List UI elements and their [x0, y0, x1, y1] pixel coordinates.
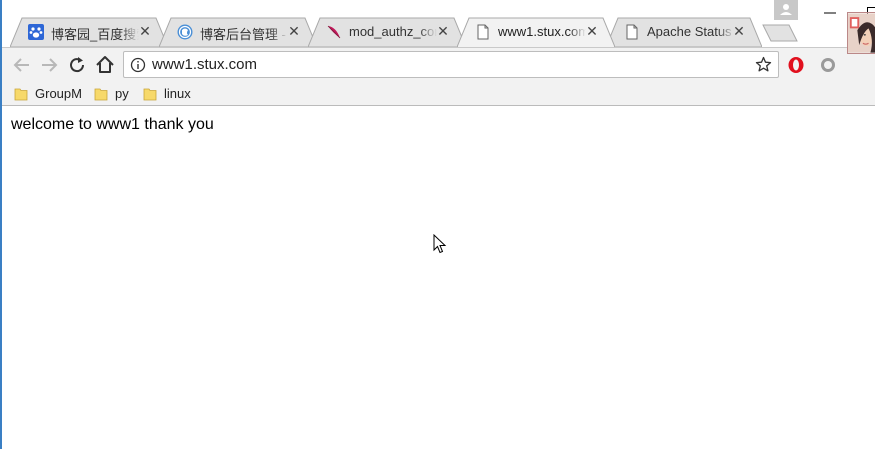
paw-icon	[28, 24, 44, 40]
bookmark-folder-groupm[interactable]: GroupM	[14, 84, 82, 103]
bookmark-label: GroupM	[35, 86, 82, 101]
tab-www1-stux[interactable]: www1.stux.com ✕	[457, 17, 615, 47]
close-icon[interactable]: ✕	[731, 23, 747, 39]
tab-title: mod_authz_core	[349, 24, 437, 39]
forward-icon[interactable]	[37, 53, 61, 77]
bookmark-star-icon[interactable]	[755, 56, 772, 73]
page-icon	[624, 24, 640, 40]
folder-icon	[14, 87, 28, 101]
close-icon[interactable]: ✕	[137, 23, 153, 39]
extension-circle-icon[interactable]	[819, 56, 837, 74]
page-body-text: welcome to www1 thank you	[11, 116, 214, 133]
close-icon[interactable]: ✕	[584, 23, 600, 39]
browser-window: 博客园_百度搜索 ✕ 博客后台管理 - 博客园 ✕ mod_authz_core…	[0, 0, 875, 449]
tab-title: 博客园_百度搜索	[51, 27, 139, 42]
tab-baidu-search[interactable]: 博客园_百度搜索 ✕	[10, 17, 168, 47]
avatar[interactable]	[847, 12, 875, 54]
globe-icon	[177, 24, 193, 40]
page-viewport: welcome to www1 thank you	[4, 107, 875, 449]
tab-title: Apache Status	[647, 24, 732, 39]
minimize-icon[interactable]	[820, 0, 840, 26]
profile-switcher-button[interactable]	[774, 0, 798, 20]
page-icon	[475, 24, 491, 40]
tab-apache-status[interactable]: Apache Status ✕	[606, 17, 762, 47]
reload-icon[interactable]	[65, 53, 89, 77]
tab-title: www1.stux.com	[498, 24, 586, 39]
address-bar[interactable]	[123, 51, 779, 78]
tab-mod-authz[interactable]: mod_authz_core ✕	[308, 17, 466, 47]
tab-blog-admin[interactable]: 博客后台管理 - 博客园 ✕	[159, 17, 317, 47]
bookmark-label: linux	[164, 86, 191, 101]
close-icon[interactable]: ✕	[286, 23, 302, 39]
tab-strip: 博客园_百度搜索 ✕ 博客后台管理 - 博客园 ✕ mod_authz_core…	[2, 0, 875, 47]
bookmarks-bar: GroupM py linux	[2, 81, 875, 106]
bookmark-folder-py[interactable]: py	[94, 84, 129, 103]
folder-icon	[94, 87, 108, 101]
home-icon[interactable]	[93, 53, 117, 77]
browser-toolbar	[2, 47, 875, 81]
info-icon[interactable]	[130, 57, 146, 73]
bookmark-label: py	[115, 86, 129, 101]
url-input[interactable]	[152, 52, 742, 77]
feather-icon	[326, 24, 342, 40]
new-tab-button[interactable]	[762, 24, 798, 42]
mouse-pointer-icon	[433, 233, 447, 254]
close-icon[interactable]: ✕	[435, 23, 451, 39]
back-icon[interactable]	[10, 53, 34, 77]
tab-title: 博客后台管理 - 博客园	[200, 27, 288, 42]
bookmark-folder-linux[interactable]: linux	[143, 84, 191, 103]
opera-extension-icon[interactable]	[787, 56, 805, 74]
folder-icon	[143, 87, 157, 101]
